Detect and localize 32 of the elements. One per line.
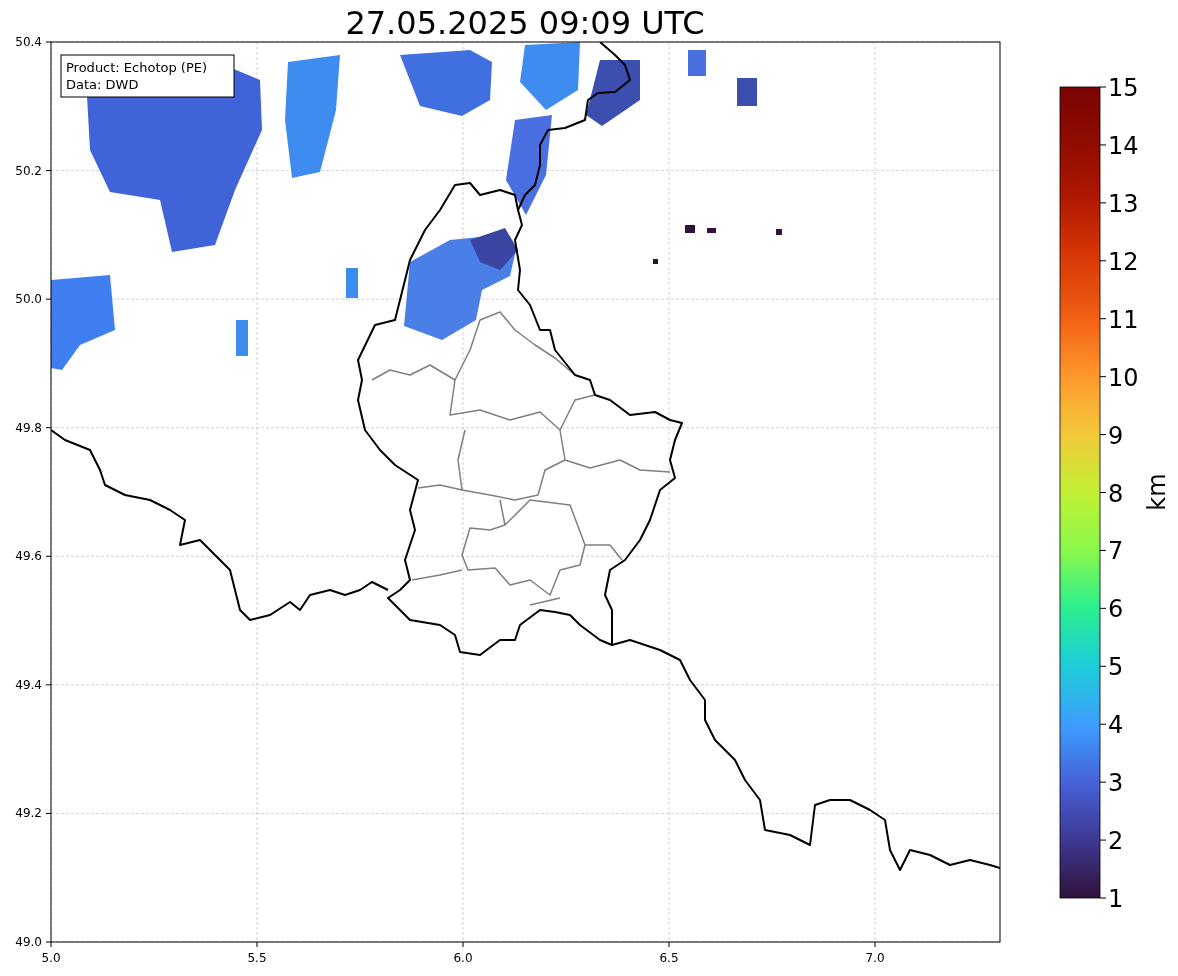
colorbar-tick-label: 3 (1108, 769, 1124, 798)
colorbar-tick-label: 14 (1108, 131, 1139, 160)
colorbar-tick-label: 10 (1108, 363, 1139, 392)
legend-text: Product: Echotop (PE) (66, 60, 208, 75)
axis-tick-label: 6.0 (453, 951, 473, 965)
colorbar-label: km (1143, 473, 1171, 511)
colorbar-tick-label: 12 (1108, 247, 1139, 276)
colorbar-tick-label: 11 (1108, 305, 1139, 334)
axis-tick-label: 49.6 (15, 549, 42, 564)
axis-tick-label: 49.4 (15, 677, 42, 692)
colorbar-tick-label: 5 (1108, 653, 1124, 682)
colorbar-tick-label: 1 (1108, 885, 1124, 913)
axis-tick-label: 50.0 (15, 292, 42, 307)
colorbar-tick-label: 8 (1108, 479, 1124, 508)
colorbar-tick-label: 9 (1108, 421, 1124, 450)
axis-tick-label: 50.4 (15, 35, 42, 49)
colorbar-tick-label: 7 (1108, 537, 1124, 566)
axis-tick-label: 49.0 (15, 935, 42, 949)
colorbar-tick-label: 15 (1108, 74, 1139, 102)
axis-tick-label: 5.5 (247, 951, 267, 965)
colorbar-tick-label: 13 (1108, 189, 1139, 218)
axis-tick-label: 49.8 (15, 420, 42, 435)
axis-tick-label: 6.5 (659, 951, 679, 965)
colorbar-tick-label: 4 (1108, 711, 1124, 740)
colorbar-tick-label: 2 (1108, 827, 1124, 856)
axis-tick-label: 7.0 (865, 951, 885, 965)
plot-title: 27.05.2025 09:09 UTC (345, 4, 705, 42)
axis-tick-label: 5.0 (41, 951, 61, 965)
legend-text: Data: DWD (66, 77, 139, 92)
colorbar-tick-label: 6 (1108, 595, 1124, 624)
axis-tick-label: 49.2 (15, 806, 42, 821)
axis-tick-label: 50.2 (15, 163, 42, 178)
